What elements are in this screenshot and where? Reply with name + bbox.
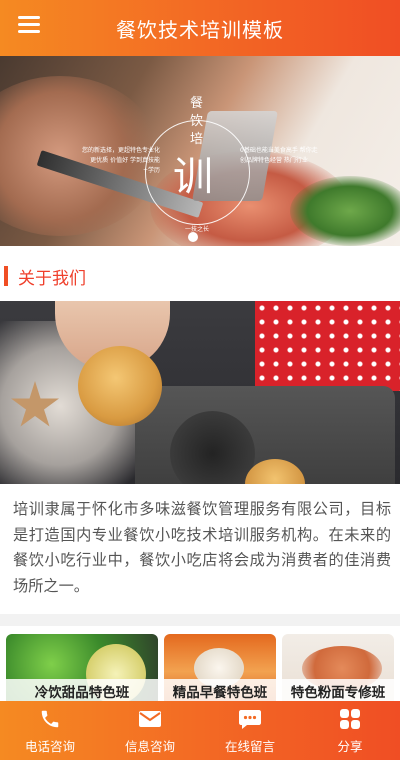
course-label: 冷饮甜品特色班	[6, 679, 158, 703]
about-section-header: 关于我们	[0, 262, 400, 290]
logo-char: 饮	[190, 114, 204, 129]
polka-cloth-shape	[255, 301, 400, 391]
course-label: 特色粉面专修班	[282, 679, 394, 703]
nav-phone-consult[interactable]: 电话咨询	[0, 701, 100, 760]
course-card[interactable]: 特色粉面专修班	[282, 634, 394, 709]
logo-small-text: 一技之长	[185, 226, 210, 233]
course-list: 冷饮甜品特色班 精品早餐特色班 特色粉面专修班	[0, 626, 400, 709]
nav-label: 电话咨询	[24, 739, 75, 754]
mail-icon	[137, 706, 163, 732]
page: 餐饮技术培训模板 您的新选择，更超特色专业化 更优质 价值好 学到真技能+学历 …	[0, 0, 400, 760]
carousel-dot[interactable]	[188, 232, 198, 242]
share-icon	[337, 706, 363, 732]
page-title: 餐饮技术培训模板	[116, 17, 284, 42]
nav-online-message[interactable]: 在线留言	[200, 701, 300, 760]
nav-label: 在线留言	[224, 739, 275, 754]
about-image	[0, 301, 400, 484]
bottom-nav: 电话咨询 信息咨询 在线留言 分享	[0, 701, 400, 760]
course-card[interactable]: 精品早餐特色班	[164, 634, 276, 709]
nav-share[interactable]: 分享	[300, 701, 400, 760]
course-label: 精品早餐特色班	[164, 679, 276, 703]
banner-circle-logo: 餐 饮 培 训 一技之长	[145, 92, 250, 242]
chat-icon	[237, 706, 263, 732]
section-accent-bar	[4, 266, 8, 286]
about-title: 关于我们	[18, 268, 86, 289]
nav-label: 信息咨询	[124, 739, 175, 754]
course-card[interactable]: 冷饮甜品特色班	[6, 634, 158, 709]
banner-right-text: 0基础也能当美食高手 帮你走创品牌特色经营 热门行业	[240, 147, 318, 164]
muffin-shape	[78, 346, 162, 426]
nav-label: 分享	[337, 739, 363, 754]
hero-banner[interactable]: 您的新选择，更超特色专业化 更优质 价值好 学到真技能+学历 0基础也能当美食高…	[0, 56, 400, 246]
banner-food-shape	[290, 176, 400, 246]
phone-icon	[37, 706, 63, 732]
nav-info-consult[interactable]: 信息咨询	[100, 701, 200, 760]
logo-char: 餐	[190, 96, 204, 111]
logo-big-char: 训	[173, 154, 213, 200]
header-bar: 餐饮技术培训模板	[0, 0, 400, 56]
about-description: 培训隶属于怀化市多味滋餐饮管理服务有限公司，目标是打造国内专业餐饮小吃技术培训服…	[13, 500, 391, 595]
section-divider	[0, 614, 400, 626]
menu-icon[interactable]	[18, 16, 40, 34]
